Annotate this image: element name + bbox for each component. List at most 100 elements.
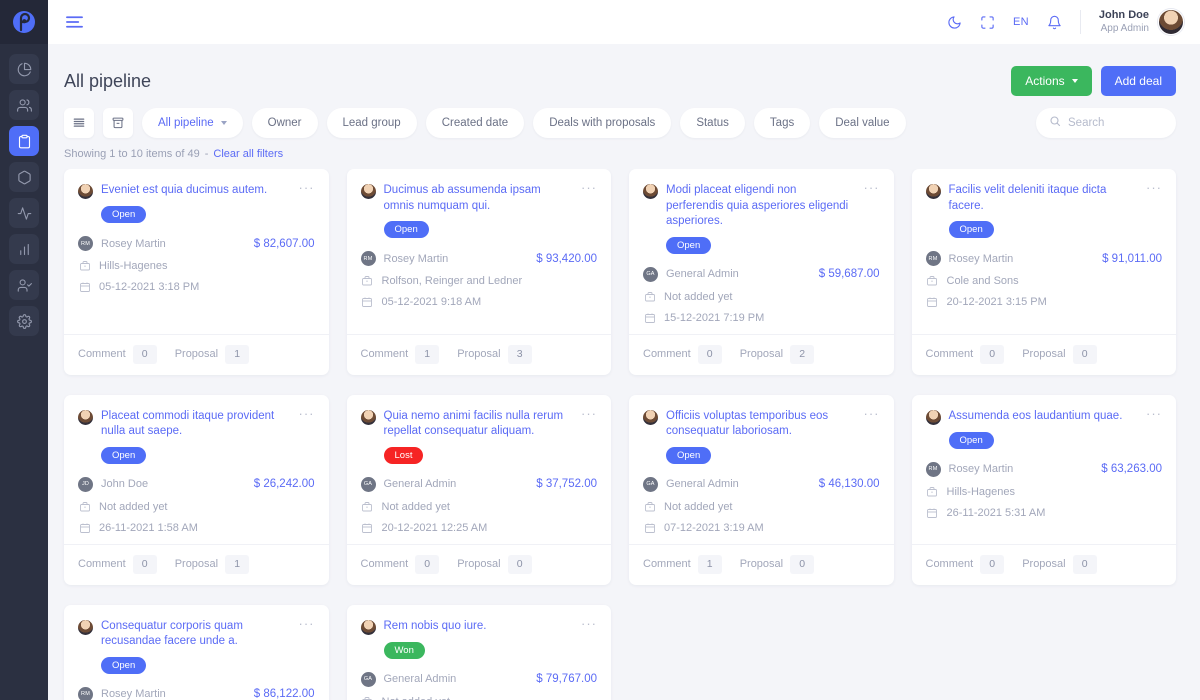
- deals-scroll-area[interactable]: Eveniet est quia ducimus autem. ··· Open RM…: [48, 169, 1200, 700]
- filter-chip-owner[interactable]: Owner: [251, 108, 318, 138]
- user-check-icon: [17, 278, 32, 293]
- sidebar-item-settings[interactable]: [9, 306, 39, 336]
- deal-date: 20-12-2021 3:15 PM: [946, 296, 1047, 309]
- clear-all-filters-link[interactable]: Clear all filters: [213, 148, 283, 160]
- deal-card[interactable]: Consequatur corporis quam recusandae fac…: [64, 604, 329, 700]
- deal-title[interactable]: Eveniet est quia ducimus autem.: [101, 183, 291, 199]
- deal-amount: $ 91,011.00: [1102, 252, 1162, 265]
- comment-count: 0: [415, 554, 440, 574]
- filter-chip-deals-with-proposals[interactable]: Deals with proposals: [533, 108, 672, 138]
- deal-owner-row: JD John Doe $ 26,242.00: [78, 476, 315, 492]
- deal-title[interactable]: Facilis velit deleniti itaque dicta face…: [949, 183, 1139, 214]
- filter-chip-created-date[interactable]: Created date: [425, 108, 525, 138]
- comment-label: Comment: [360, 558, 409, 571]
- briefcase-icon: [78, 501, 91, 513]
- actions-button[interactable]: Actions: [1011, 66, 1092, 96]
- deal-title[interactable]: Modi placeat eligendi non perferendis qu…: [666, 183, 856, 230]
- results-summary: Showing 1 to 10 items of 49 - Clear all …: [48, 138, 1200, 169]
- user-menu[interactable]: John Doe App Admin: [1099, 9, 1184, 35]
- deal-owner-avatar: [925, 409, 941, 425]
- deal-card[interactable]: Rem nobis quo iure. ··· Won GA General Admin…: [346, 604, 611, 700]
- deal-menu-icon[interactable]: ···: [299, 407, 315, 420]
- topbar-actions: EN John Doe App Admin: [947, 9, 1184, 35]
- deal-menu-icon[interactable]: ···: [1146, 181, 1162, 194]
- comment-label: Comment: [925, 558, 974, 571]
- moon-icon[interactable]: [947, 15, 962, 30]
- add-deal-button[interactable]: Add deal: [1100, 66, 1176, 96]
- deal-card-body: Assumenda eos laudantium quae. ··· Open RM R…: [912, 395, 1177, 544]
- sidebar-item-team[interactable]: [9, 270, 39, 300]
- language-selector[interactable]: EN: [1013, 16, 1029, 28]
- deal-owner-avatar: [643, 409, 658, 425]
- deal-title[interactable]: Rem nobis quo iure.: [384, 619, 574, 635]
- deal-meta: RM Rosey Martin $ 93,420.00 Rolfson, Reinge…: [360, 251, 597, 308]
- sidebar-item-reports[interactable]: [9, 234, 39, 264]
- deal-card[interactable]: Assumenda eos laudantium quae. ··· Open RM R…: [911, 394, 1177, 585]
- calendar-icon: [361, 522, 374, 534]
- owner-initials-avatar: RM: [925, 251, 941, 267]
- deal-card[interactable]: Facilis velit deleniti itaque dicta face…: [911, 169, 1176, 375]
- pipeline-logo-icon: [11, 9, 37, 35]
- briefcase-icon: [361, 696, 374, 700]
- deal-menu-icon[interactable]: ···: [581, 407, 597, 420]
- search-input[interactable]: [1068, 117, 1163, 129]
- app-logo[interactable]: [0, 0, 48, 44]
- sidebar: [0, 0, 48, 700]
- deal-owner-name: Rosey Martin: [383, 252, 449, 265]
- hamburger-icon[interactable]: [66, 15, 83, 29]
- deal-menu-icon[interactable]: ···: [1146, 407, 1162, 420]
- sidebar-item-deals[interactable]: [9, 126, 39, 156]
- owner-initials-avatar: GA: [360, 671, 376, 687]
- deal-menu-icon[interactable]: ···: [581, 617, 597, 630]
- deal-date: 26-11-2021 1:58 AM: [99, 521, 198, 534]
- deal-meta: GA General Admin $ 37,752.00 Not added yet 2…: [360, 476, 598, 534]
- avatar: [1158, 9, 1184, 35]
- deal-date-row: 20-12-2021 12:25 AM: [361, 522, 598, 534]
- deal-company: Not added yet: [382, 696, 451, 700]
- deal-card[interactable]: Modi placeat eligendi non perferendis qu…: [629, 169, 894, 375]
- deal-owner-row: GA General Admin $ 59,687.00: [643, 266, 880, 282]
- filter-chip-status[interactable]: Status: [680, 108, 745, 138]
- sidebar-item-contacts[interactable]: [9, 90, 39, 120]
- sidebar-item-projects[interactable]: [9, 162, 39, 192]
- deal-title[interactable]: Assumenda eos laudantium quae.: [949, 409, 1139, 425]
- user-name: John Doe: [1098, 8, 1149, 21]
- comment-label: Comment: [360, 348, 409, 361]
- deal-date-row: 26-11-2021 1:58 AM: [78, 522, 315, 534]
- deal-menu-icon[interactable]: ···: [299, 181, 315, 194]
- deal-date: 07-12-2021 3:19 AM: [664, 521, 764, 534]
- comment-count: 1: [415, 344, 440, 364]
- showing-text: Showing 1 to 10 items of 49: [64, 148, 200, 160]
- sidebar-item-dashboard[interactable]: [9, 54, 39, 84]
- deal-title[interactable]: Placeat commodi itaque provident nulla a…: [101, 409, 291, 440]
- deal-menu-icon[interactable]: ···: [864, 181, 880, 194]
- topbar: EN John Doe App Admin: [48, 0, 1200, 44]
- deal-card[interactable]: Ducimus ab assumenda ipsam omnis numquam…: [346, 169, 611, 375]
- proposal-count: 1: [225, 554, 250, 574]
- deal-menu-icon[interactable]: ···: [581, 181, 597, 194]
- proposal-count: 0: [1072, 554, 1097, 574]
- deal-company-row: Not added yet: [361, 696, 598, 700]
- board-view-icon[interactable]: [103, 108, 133, 138]
- deal-title[interactable]: Consequatur corporis quam recusandae fac…: [101, 619, 291, 650]
- sidebar-item-activity[interactable]: [9, 198, 39, 228]
- filter-chip-lead-group[interactable]: Lead group: [326, 108, 417, 138]
- deal-title[interactable]: Quia nemo animi facilis nulla rerum repe…: [384, 409, 574, 440]
- deal-card[interactable]: Eveniet est quia ducimus autem. ··· Open RM…: [64, 169, 329, 375]
- fullscreen-icon[interactable]: [980, 15, 995, 30]
- deal-card[interactable]: Officiis voluptas temporibus eos consequ…: [629, 394, 894, 585]
- deal-card[interactable]: Quia nemo animi facilis nulla rerum repe…: [346, 394, 611, 585]
- deal-title[interactable]: Officiis voluptas temporibus eos consequ…: [666, 409, 856, 440]
- pipeline-select[interactable]: All pipeline: [142, 108, 243, 138]
- deal-owner-row: RM Rosey Martin $ 91,011.00: [925, 251, 1162, 267]
- deal-card[interactable]: Placeat commodi itaque provident nulla a…: [64, 394, 329, 585]
- comment-label: Comment: [925, 348, 974, 361]
- deal-title[interactable]: Ducimus ab assumenda ipsam omnis numquam…: [384, 183, 574, 214]
- filter-chip-tags[interactable]: Tags: [753, 108, 811, 138]
- bell-icon[interactable]: [1047, 15, 1062, 30]
- filter-chip-deal-value[interactable]: Deal value: [819, 108, 906, 138]
- list-view-icon[interactable]: [64, 108, 94, 138]
- deal-menu-icon[interactable]: ···: [864, 407, 880, 420]
- deal-menu-icon[interactable]: ···: [299, 617, 315, 630]
- search-box[interactable]: [1036, 108, 1176, 138]
